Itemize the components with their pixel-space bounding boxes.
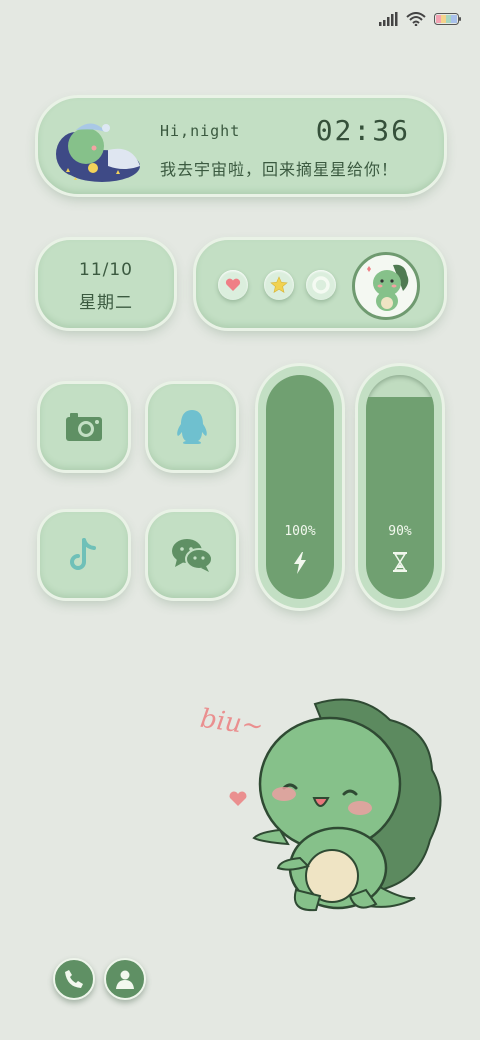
circle-icon	[312, 276, 330, 294]
greeting-message: 我去宇宙啦，回来摘星星给你！	[160, 160, 399, 179]
chat-bubbles-icon	[172, 539, 213, 572]
greeting-title: Hi,night	[160, 122, 241, 140]
app-tiktok[interactable]	[40, 512, 128, 598]
phone-button[interactable]	[53, 958, 95, 1000]
mood-widget[interactable]	[196, 240, 444, 328]
dino-avatar-icon	[367, 264, 409, 311]
battery-level-text: 100%	[284, 524, 316, 539]
app-qq[interactable]	[148, 384, 236, 470]
app-camera[interactable]	[40, 384, 128, 470]
circle-button[interactable]	[306, 270, 336, 300]
clock-time: 02:36	[315, 114, 410, 147]
sleeping-dino-icon	[56, 123, 140, 182]
person-icon	[116, 970, 134, 989]
date-widget[interactable]: 11/10 星期二	[38, 240, 174, 328]
star-button[interactable]	[264, 270, 294, 300]
contacts-button[interactable]	[104, 958, 146, 1000]
hourglass-icon	[393, 552, 407, 572]
heart-button[interactable]	[218, 270, 248, 300]
app-wechat[interactable]	[148, 512, 236, 598]
weekday-text: 星期二	[79, 293, 133, 313]
star-icon	[270, 276, 288, 293]
battery-gauge[interactable]: 100%	[258, 366, 342, 608]
date-text: 11/10	[79, 260, 133, 280]
battery-icon	[434, 13, 461, 25]
storage-gauge[interactable]: 90%	[358, 366, 442, 608]
wifi-icon	[406, 12, 426, 26]
dinosaur-illustration	[229, 698, 442, 912]
penguin-icon	[177, 410, 207, 444]
signal-icon	[379, 12, 398, 26]
greeting-widget[interactable]: Hi,night 02:36 我去宇宙啦，回来摘星星给你！	[38, 98, 444, 194]
phone-icon	[65, 970, 83, 988]
heart-icon	[225, 278, 241, 291]
avatar[interactable]	[352, 252, 420, 320]
music-note-icon	[70, 538, 96, 570]
status-bar	[0, 0, 480, 44]
camera-icon	[66, 413, 102, 441]
storage-level-text: 90%	[388, 524, 412, 539]
lightning-icon	[294, 552, 306, 574]
